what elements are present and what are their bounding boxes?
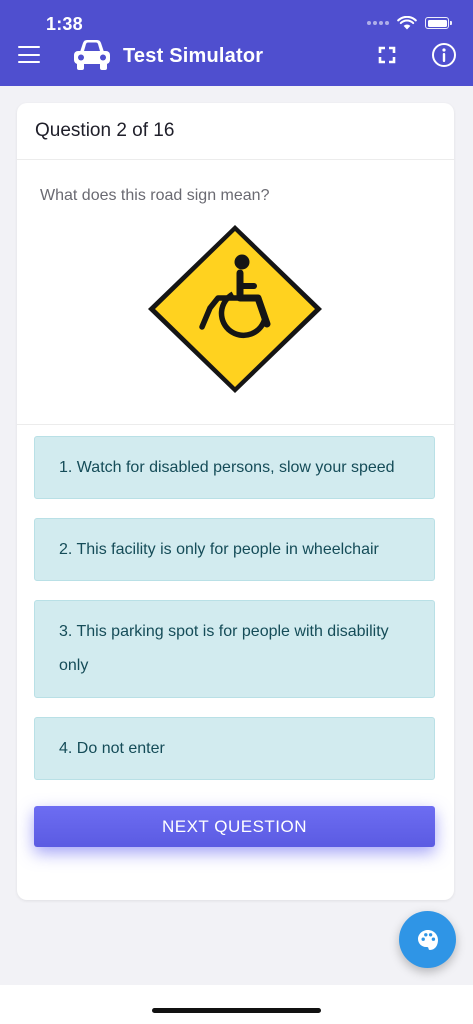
palette-icon	[417, 929, 438, 950]
answer-option[interactable]: 4. Do not enter	[34, 717, 435, 780]
home-indicator[interactable]	[152, 1008, 321, 1013]
battery-icon	[425, 17, 452, 29]
question-text: What does this road sign mean?	[40, 187, 270, 204]
signal-icon	[367, 21, 389, 25]
bottom-safe-area	[0, 985, 473, 1024]
wifi-icon	[397, 16, 417, 30]
info-icon[interactable]	[431, 42, 457, 68]
app-bar: 1:38 Test Simulator	[0, 0, 473, 86]
question-card: Question 2 of 16 What does this road sig…	[17, 103, 454, 900]
menu-icon[interactable]	[18, 46, 40, 64]
status-time: 1:38	[46, 14, 83, 34]
question-counter: Question 2 of 16	[35, 120, 175, 141]
fullscreen-icon[interactable]	[377, 45, 397, 65]
disabled-persons-sign	[148, 225, 322, 393]
divider	[17, 424, 454, 425]
answer-option[interactable]: 1. Watch for disabled persons, slow your…	[34, 436, 435, 499]
theme-fab-button[interactable]	[399, 911, 456, 968]
card-header: Question 2 of 16	[17, 103, 454, 160]
next-question-button[interactable]: NEXT QUESTION	[34, 806, 435, 847]
answer-option[interactable]: 2. This facility is only for people in w…	[34, 518, 435, 581]
status-indicators	[367, 16, 452, 30]
answer-option[interactable]: 3. This parking spot is for people with …	[34, 600, 435, 698]
car-icon	[74, 40, 110, 70]
app-title: Test Simulator	[123, 45, 264, 67]
